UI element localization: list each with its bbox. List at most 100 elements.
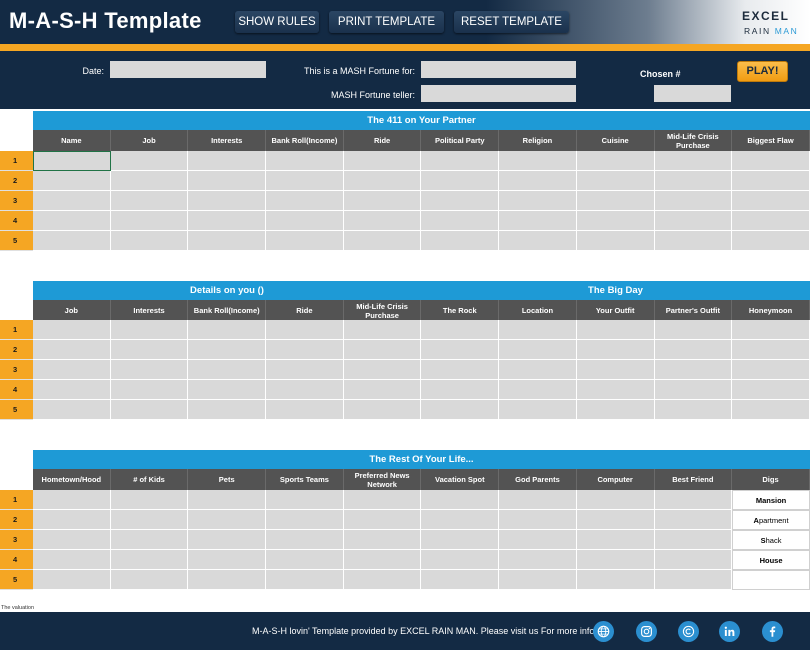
table-cell[interactable] bbox=[654, 510, 733, 530]
table-cell[interactable] bbox=[576, 530, 655, 550]
table-cell[interactable] bbox=[266, 530, 344, 550]
table-cell[interactable] bbox=[499, 490, 577, 510]
table-cell[interactable] bbox=[110, 530, 189, 550]
globe-icon[interactable] bbox=[593, 621, 614, 642]
print-template-button[interactable]: PRINT TEMPLATE bbox=[329, 11, 444, 33]
table-cell[interactable] bbox=[421, 570, 500, 590]
table-cell[interactable] bbox=[188, 171, 267, 191]
table-cell[interactable] bbox=[499, 380, 577, 400]
table-cell[interactable] bbox=[732, 171, 810, 191]
table-cell[interactable] bbox=[499, 151, 577, 171]
table-cell[interactable] bbox=[343, 510, 422, 530]
facebook-icon[interactable] bbox=[762, 621, 783, 642]
table-cell[interactable] bbox=[188, 151, 267, 171]
table-cell[interactable] bbox=[421, 550, 500, 570]
table-cell[interactable] bbox=[33, 340, 111, 360]
table-cell[interactable] bbox=[576, 570, 655, 590]
table-cell[interactable] bbox=[499, 550, 577, 570]
table-cell[interactable] bbox=[421, 191, 500, 211]
table-cell[interactable] bbox=[421, 320, 500, 340]
table-cell[interactable] bbox=[421, 151, 500, 171]
table-cell[interactable] bbox=[33, 151, 111, 171]
instagram-icon[interactable] bbox=[636, 621, 657, 642]
table-cell[interactable] bbox=[576, 510, 655, 530]
table-cell[interactable] bbox=[499, 570, 577, 590]
table-cell[interactable] bbox=[343, 530, 422, 550]
table-cell[interactable] bbox=[576, 191, 655, 211]
table-cell[interactable] bbox=[188, 510, 267, 530]
table-cell[interactable] bbox=[188, 570, 267, 590]
table-cell[interactable] bbox=[576, 490, 655, 510]
table-cell[interactable] bbox=[266, 340, 344, 360]
table-cell[interactable] bbox=[421, 400, 500, 420]
table-cell[interactable] bbox=[110, 231, 189, 251]
table-cell[interactable] bbox=[499, 530, 577, 550]
table-cell[interactable] bbox=[188, 490, 267, 510]
table-cell[interactable] bbox=[266, 550, 344, 570]
table-cell[interactable] bbox=[732, 211, 810, 231]
table-cell[interactable] bbox=[110, 400, 189, 420]
table-cell[interactable] bbox=[188, 530, 267, 550]
table-cell[interactable] bbox=[576, 231, 655, 251]
table-cell[interactable] bbox=[343, 151, 422, 171]
table-cell[interactable] bbox=[266, 510, 344, 530]
table-cell[interactable] bbox=[654, 570, 733, 590]
table-cell[interactable] bbox=[576, 171, 655, 191]
table-cell[interactable] bbox=[732, 320, 810, 340]
fortune-teller-field[interactable] bbox=[421, 85, 576, 102]
table-cell[interactable] bbox=[421, 360, 500, 380]
table-cell[interactable] bbox=[732, 360, 810, 380]
table-cell[interactable] bbox=[33, 191, 111, 211]
table-cell[interactable] bbox=[266, 490, 344, 510]
table-cell[interactable] bbox=[654, 171, 733, 191]
table-cell[interactable] bbox=[343, 340, 422, 360]
table-cell[interactable] bbox=[33, 490, 111, 510]
table-cell[interactable] bbox=[343, 171, 422, 191]
table-cell[interactable] bbox=[499, 231, 577, 251]
table-cell[interactable] bbox=[654, 231, 733, 251]
table-cell[interactable] bbox=[33, 510, 111, 530]
table-cell[interactable] bbox=[188, 211, 267, 231]
table-cell[interactable] bbox=[421, 171, 500, 191]
table-cell[interactable] bbox=[499, 360, 577, 380]
table-cell[interactable] bbox=[343, 191, 422, 211]
table-cell[interactable] bbox=[343, 320, 422, 340]
table-cell[interactable] bbox=[732, 231, 810, 251]
table-cell[interactable] bbox=[421, 530, 500, 550]
table-cell[interactable] bbox=[343, 360, 422, 380]
table-cell[interactable] bbox=[110, 570, 189, 590]
table-cell[interactable] bbox=[421, 231, 500, 251]
chosen-number-field[interactable] bbox=[654, 85, 731, 102]
table-cell[interactable] bbox=[499, 400, 577, 420]
table-cell[interactable] bbox=[576, 400, 655, 420]
table-cell[interactable] bbox=[654, 490, 733, 510]
table-cell[interactable] bbox=[732, 151, 810, 171]
table-cell[interactable] bbox=[188, 550, 267, 570]
linkedin-icon[interactable] bbox=[719, 621, 740, 642]
fortune-for-field[interactable] bbox=[421, 61, 576, 78]
table-cell[interactable] bbox=[343, 380, 422, 400]
table-cell[interactable] bbox=[188, 380, 267, 400]
table-cell[interactable] bbox=[110, 510, 189, 530]
digs-cell[interactable] bbox=[732, 570, 810, 590]
table-cell[interactable] bbox=[576, 211, 655, 231]
table-cell[interactable] bbox=[266, 360, 344, 380]
table-cell[interactable] bbox=[266, 380, 344, 400]
table-cell[interactable] bbox=[343, 490, 422, 510]
table-cell[interactable] bbox=[33, 360, 111, 380]
table-cell[interactable] bbox=[654, 550, 733, 570]
table-cell[interactable] bbox=[499, 320, 577, 340]
digs-cell[interactable]: Shack bbox=[732, 530, 810, 550]
table-cell[interactable] bbox=[499, 211, 577, 231]
table-cell[interactable] bbox=[266, 211, 344, 231]
table-cell[interactable] bbox=[732, 400, 810, 420]
table-cell[interactable] bbox=[266, 320, 344, 340]
table-cell[interactable] bbox=[110, 211, 189, 231]
table-cell[interactable] bbox=[110, 151, 189, 171]
table-cell[interactable] bbox=[266, 151, 344, 171]
table-cell[interactable] bbox=[33, 400, 111, 420]
table-cell[interactable] bbox=[33, 320, 111, 340]
table-cell[interactable] bbox=[110, 171, 189, 191]
table-cell[interactable] bbox=[110, 380, 189, 400]
table-cell[interactable] bbox=[654, 400, 733, 420]
